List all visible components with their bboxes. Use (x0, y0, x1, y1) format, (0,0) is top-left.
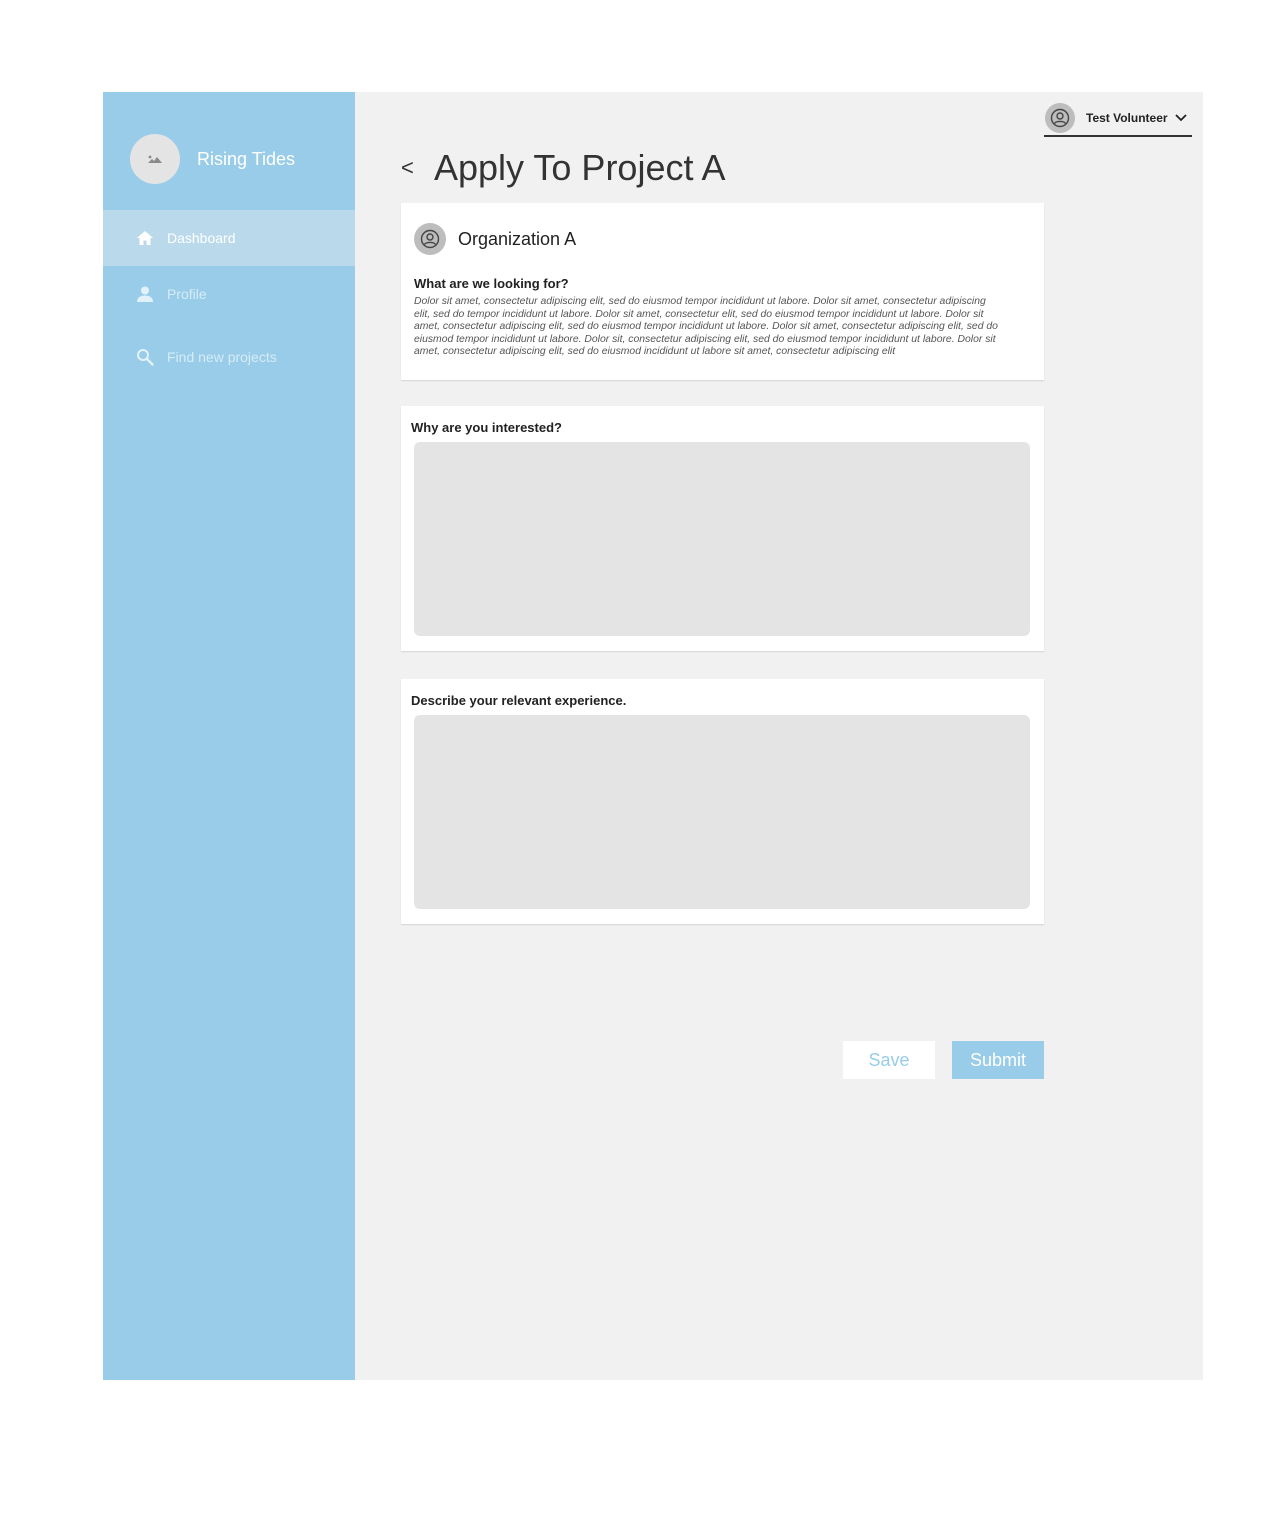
interest-label: Why are you interested? (411, 420, 562, 435)
experience-card: Describe your relevant experience. (401, 679, 1044, 924)
chevron-down-icon (1174, 111, 1188, 125)
sidebar-nav: Dashboard Profile Find new projects (103, 210, 355, 387)
app-frame: Rising Tides Dashboard Profile Find new … (103, 92, 1203, 1380)
account-circle-icon (1045, 102, 1075, 133)
sidebar-item-profile[interactable]: Profile (103, 266, 355, 322)
page-header: < Apply To Project A (401, 144, 726, 192)
sidebar-item-label: Find new projects (167, 349, 277, 365)
sidebar-item-find-new-projects[interactable]: Find new projects (103, 327, 355, 387)
home-icon (135, 228, 155, 248)
account-circle-icon (414, 223, 446, 255)
interest-card: Why are you interested? (401, 406, 1044, 651)
page-title: Apply To Project A (434, 147, 726, 188)
organization-header: Organization A (414, 223, 576, 255)
image-icon (130, 134, 180, 184)
experience-textarea[interactable] (414, 715, 1030, 909)
organization-question: What are we looking for? (414, 276, 569, 291)
save-button[interactable]: Save (843, 1041, 935, 1079)
main-content: Test Volunteer < Apply To Project A Orga… (355, 92, 1203, 1380)
interest-textarea[interactable] (414, 442, 1030, 636)
back-button[interactable]: < (401, 155, 425, 181)
organization-description: Dolor sit amet, consectetur adipiscing e… (414, 296, 998, 358)
search-icon (135, 347, 155, 367)
sidebar-item-label: Dashboard (167, 230, 236, 246)
organization-name: Organization A (458, 228, 577, 249)
user-name: Test Volunteer (1086, 110, 1168, 125)
experience-label: Describe your relevant experience. (411, 693, 627, 708)
brand-name: Rising Tides (197, 148, 296, 169)
sidebar-item-dashboard[interactable]: Dashboard (103, 210, 355, 266)
sidebar: Rising Tides Dashboard Profile Find new … (103, 92, 355, 1380)
submit-button[interactable]: Submit (952, 1041, 1044, 1079)
person-icon (135, 284, 155, 304)
brand[interactable]: Rising Tides (130, 134, 295, 184)
organization-card: Organization A What are we looking for? … (401, 203, 1044, 380)
sidebar-item-label: Profile (167, 286, 207, 302)
user-menu[interactable]: Test Volunteer (1044, 100, 1192, 137)
